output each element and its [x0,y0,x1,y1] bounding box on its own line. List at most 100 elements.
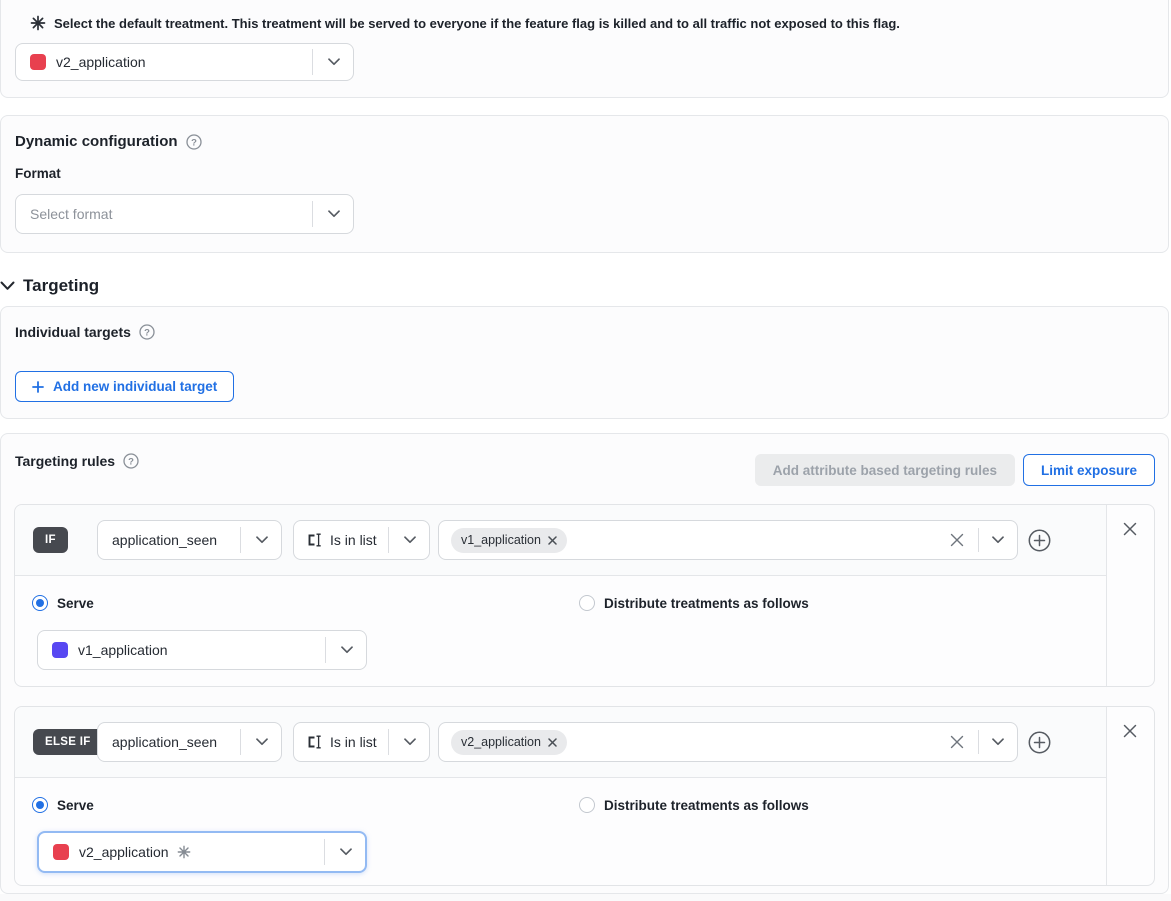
treatment-color-swatch [53,844,69,860]
help-icon[interactable]: ? [123,453,139,469]
targeting-title: Targeting [23,276,99,296]
serve-treatment-select[interactable]: v2_application [37,831,367,873]
targeting-rule-2: ELSE IF application_seen Is in list [14,706,1155,886]
add-condition-button[interactable] [1028,529,1051,552]
rule-attribute-select[interactable]: application_seen [97,520,282,560]
distribute-radio-option[interactable]: Distribute treatments as follows [579,595,809,611]
remove-rule-button[interactable] [1120,519,1140,539]
rule-attribute-value: application_seen [112,734,217,750]
radio-unselected-icon[interactable] [579,797,595,813]
clear-values-icon[interactable] [950,533,964,547]
default-treatment-note: Select the default treatment. This treat… [54,16,900,31]
rule-matcher-select[interactable]: Is in list [293,722,430,762]
chevron-down-icon[interactable] [992,738,1004,746]
distribute-label: Distribute treatments as follows [604,798,809,813]
serve-treatment-value: v2_application [79,844,169,860]
divider [15,575,1107,576]
treatment-color-swatch [30,54,46,70]
plus-circle-icon [1028,529,1051,552]
close-icon [1123,522,1137,536]
select-divider [388,527,389,553]
select-divider [978,528,979,552]
format-select-placeholder: Select format [30,206,112,222]
default-treatment-section: Select the default treatment. This treat… [0,0,1169,98]
rule-values-input[interactable]: v2_application [438,722,1018,762]
default-treatment-select[interactable]: v2_application [15,43,354,81]
plus-icon [32,381,44,393]
serve-label: Serve [57,596,94,611]
format-label: Format [15,166,61,181]
chevron-down-icon[interactable] [256,536,268,544]
treatment-color-swatch [52,642,68,658]
add-condition-button[interactable] [1028,731,1051,754]
distribute-radio-option[interactable]: Distribute treatments as follows [579,797,809,813]
chevron-down-icon[interactable] [328,210,340,218]
rule-condition-badge: ELSE IF [33,729,103,755]
add-attribute-rules-button[interactable]: Add attribute based targeting rules [755,454,1015,486]
targeting-rule-1: IF application_seen Is in list [14,504,1155,687]
individual-targets-title: Individual targets [15,324,131,340]
default-treatment-asterisk-icon [30,15,46,31]
dynamic-configuration-section: Dynamic configuration ? Format Select fo… [0,115,1169,253]
serve-radio-option[interactable]: Serve [32,797,94,813]
targeting-section-toggle[interactable]: Targeting [0,276,99,296]
add-individual-target-button[interactable]: Add new individual target [15,371,234,402]
select-divider [312,49,313,75]
value-tag-label: v1_application [461,533,541,547]
chevron-down-icon[interactable] [404,536,416,544]
chevron-down-icon[interactable] [992,536,1004,544]
chevron-down-icon [0,281,15,291]
plus-circle-icon [1028,731,1051,754]
chevron-down-icon[interactable] [340,848,352,856]
dynamic-configuration-title: Dynamic configuration [15,133,178,150]
serve-label: Serve [57,798,94,813]
select-divider [325,637,326,663]
clear-values-icon[interactable] [950,735,964,749]
divider [15,777,1107,778]
value-tag: v1_application [451,528,567,553]
chevron-down-icon[interactable] [328,58,340,66]
targeting-rules-section: Targeting rules ? Add attribute based ta… [0,433,1169,894]
help-icon[interactable]: ? [139,324,155,340]
value-tag: v2_application [451,730,567,755]
help-icon[interactable]: ? [186,134,202,150]
divider [1106,707,1107,885]
select-divider [312,201,313,227]
rule-matcher-value: Is in list [330,532,377,548]
select-divider [388,729,389,755]
serve-treatment-select[interactable]: v1_application [37,630,367,670]
radio-selected-icon[interactable] [32,595,48,611]
select-divider [324,839,325,865]
default-treatment-asterisk-icon [177,845,191,859]
radio-selected-icon[interactable] [32,797,48,813]
rule-attribute-value: application_seen [112,532,217,548]
value-tag-label: v2_application [461,735,541,749]
serve-treatment-value: v1_application [78,642,168,658]
string-list-matcher-icon [306,532,323,548]
select-divider [240,527,241,553]
divider [1106,505,1107,686]
default-treatment-value: v2_application [56,54,146,70]
svg-text:?: ? [191,137,197,148]
rule-matcher-select[interactable]: Is in list [293,520,430,560]
limit-exposure-button[interactable]: Limit exposure [1023,454,1155,486]
rule-condition-badge: IF [33,527,68,553]
add-individual-target-label: Add new individual target [53,379,217,394]
rule-attribute-select[interactable]: application_seen [97,722,282,762]
select-divider [240,729,241,755]
chevron-down-icon[interactable] [341,646,353,654]
serve-radio-option[interactable]: Serve [32,595,94,611]
remove-rule-button[interactable] [1120,721,1140,741]
distribute-label: Distribute treatments as follows [604,596,809,611]
close-icon [1123,724,1137,738]
remove-tag-icon[interactable] [548,536,557,545]
remove-tag-icon[interactable] [548,738,557,747]
svg-text:?: ? [128,456,134,467]
select-divider [978,730,979,754]
radio-unselected-icon[interactable] [579,595,595,611]
chevron-down-icon[interactable] [256,738,268,746]
individual-targets-section: Individual targets ? Add new individual … [0,306,1169,419]
rule-values-input[interactable]: v1_application [438,520,1018,560]
format-select[interactable]: Select format [15,194,354,234]
chevron-down-icon[interactable] [404,738,416,746]
